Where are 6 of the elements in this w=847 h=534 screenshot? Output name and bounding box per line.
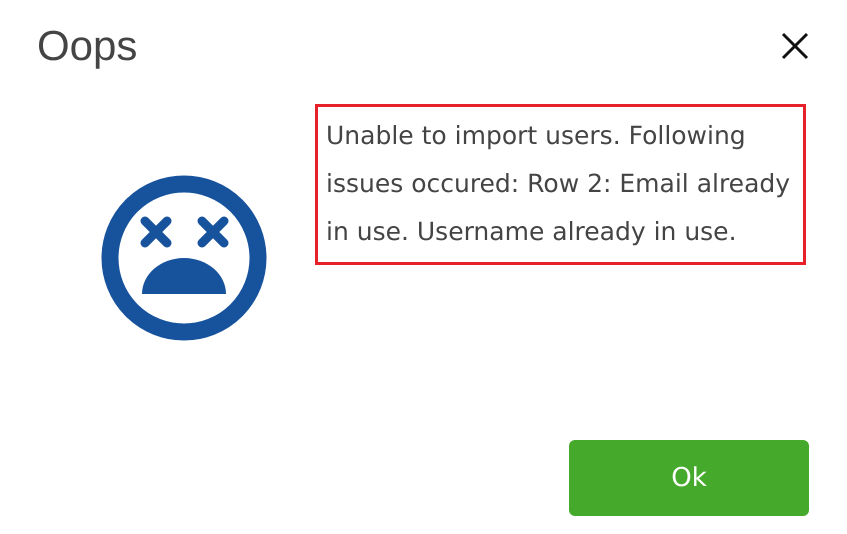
dialog-title: Oops xyxy=(37,22,138,70)
close-icon xyxy=(780,31,810,61)
sad-face-icon xyxy=(100,174,268,342)
close-button[interactable] xyxy=(780,31,810,61)
error-message: Unable to import users. Following issues occured: Row 2: Email already in use. Username already in use. xyxy=(315,104,806,265)
ok-button[interactable]: Ok xyxy=(569,440,809,516)
